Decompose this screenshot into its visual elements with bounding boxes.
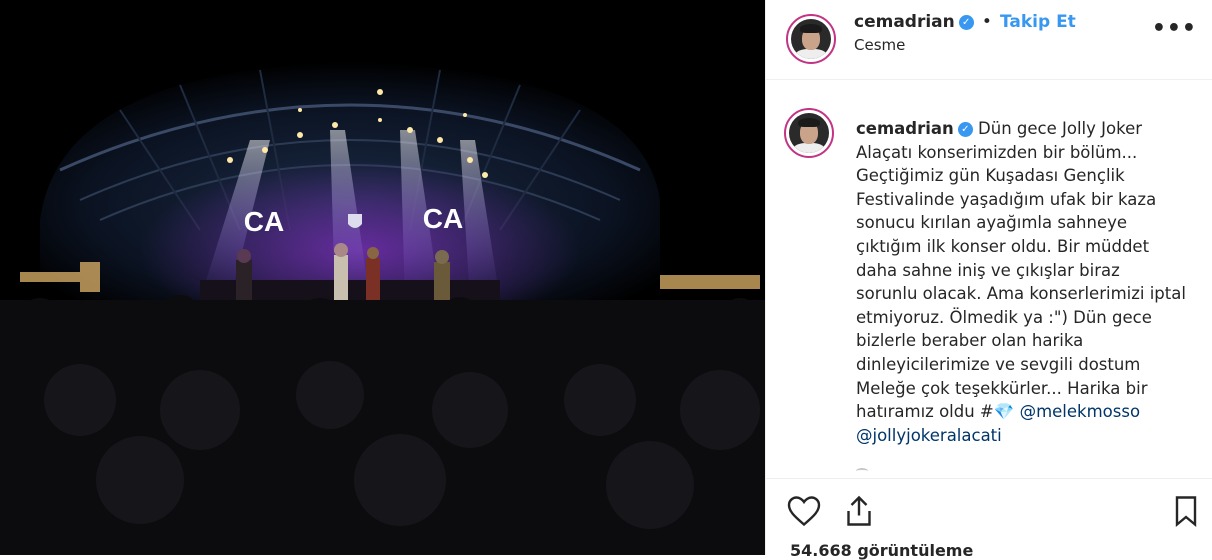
stage-logo-left: CA xyxy=(244,206,284,237)
post-header: cemadrian ✓ • Takip Et Cesme ••• xyxy=(766,0,1212,80)
separator-dot: • xyxy=(981,12,992,32)
header-user-line: cemadrian ✓ • Takip Et xyxy=(854,12,1076,32)
caption-text: Dün gece Jolly Joker Alaçatı konserimizd… xyxy=(856,119,1186,422)
stage-emblem xyxy=(348,214,362,228)
avatar[interactable] xyxy=(786,14,836,64)
bookmark-icon[interactable] xyxy=(1168,493,1204,529)
gem-emoji-icon: 💎 xyxy=(993,402,1015,422)
view-count[interactable]: 54.668 görüntüleme xyxy=(790,541,973,560)
post-caption: cemadrian ✓ Dün gece Jolly Joker Alaçatı … xyxy=(856,117,1186,447)
verified-badge-icon: ✓ xyxy=(958,15,974,30)
post-media[interactable]: CA CA xyxy=(0,0,765,555)
username-link[interactable]: cemadrian xyxy=(854,12,955,32)
location-link[interactable]: Cesme xyxy=(854,36,905,54)
stage-logo-right: CA xyxy=(423,203,463,234)
mention-jollyjokeralacati[interactable]: @jollyjokeralacati xyxy=(856,426,1002,445)
post-details-panel: cemadrian ✓ • Takip Et Cesme ••• cemadria… xyxy=(765,0,1212,560)
comments-loading-indicator xyxy=(856,468,868,474)
heart-icon[interactable] xyxy=(786,493,822,529)
share-icon[interactable] xyxy=(841,493,877,529)
follow-button[interactable]: Takip Et xyxy=(1000,12,1076,32)
mention-melekmosso[interactable]: @melekmosso xyxy=(1020,402,1140,421)
concert-photo: CA CA xyxy=(0,0,765,555)
post-actions-bar: 54.668 görüntüleme xyxy=(766,478,1212,560)
more-options-icon[interactable]: ••• xyxy=(1152,16,1197,41)
caption-verified-badge-icon: ✓ xyxy=(957,122,973,137)
caption-username-link[interactable]: cemadrian xyxy=(856,119,954,138)
caption-avatar[interactable] xyxy=(784,108,834,158)
